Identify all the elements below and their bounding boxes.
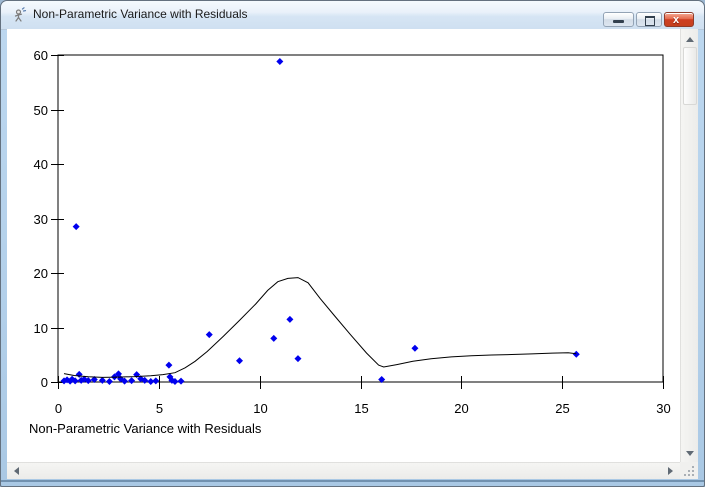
data-point xyxy=(106,378,113,385)
x-tick-label: 30 xyxy=(656,401,670,416)
data-point xyxy=(276,58,283,65)
variance-plot-canvas: 0 5 10 15 20 25 30 0 10 20 30 40 50 60 Non-Parametric … xyxy=(7,29,680,462)
x-tick-label: 5 xyxy=(156,401,163,416)
vertical-scrollbar[interactable] xyxy=(680,29,698,462)
title-bar[interactable]: Non-Parametric Variance with Residuals x xyxy=(1,1,704,30)
data-point xyxy=(286,316,293,323)
data-point xyxy=(73,223,80,230)
y-tick-label: 10 xyxy=(34,321,48,336)
y-tick-label: 20 xyxy=(34,266,48,281)
chart-area: 0 5 10 15 20 25 30 0 10 20 30 40 50 60 Non-Parametric … xyxy=(7,29,680,462)
x-tick-label: 10 xyxy=(253,401,267,416)
scroll-up-icon[interactable] xyxy=(686,37,694,42)
y-tick-label: 0 xyxy=(41,375,48,390)
close-button[interactable]: x xyxy=(664,12,694,27)
plot-frame xyxy=(58,55,663,382)
x-tick-label: 0 xyxy=(55,401,62,416)
data-point xyxy=(236,357,243,364)
y-tick-label: 40 xyxy=(34,157,48,172)
x-tick-label: 25 xyxy=(555,401,569,416)
data-point xyxy=(411,345,418,352)
close-icon: x xyxy=(673,14,679,26)
plot-window: Non-Parametric Variance with Residuals x… xyxy=(0,0,705,487)
y-tick-label: 30 xyxy=(34,212,48,227)
window-icon xyxy=(11,7,27,23)
data-point xyxy=(99,377,106,384)
nonparametric-variance-fit-line xyxy=(64,278,576,378)
data-point xyxy=(294,355,301,362)
data-point xyxy=(128,377,135,384)
y-tick-label: 60 xyxy=(34,48,48,63)
x-tick-label: 20 xyxy=(454,401,468,416)
data-point xyxy=(206,331,213,338)
minimize-button[interactable] xyxy=(603,12,634,27)
scroll-left-icon[interactable] xyxy=(14,467,19,475)
maximize-button[interactable] xyxy=(636,12,662,27)
resize-grip[interactable] xyxy=(680,462,698,479)
scroll-down-icon[interactable] xyxy=(686,451,694,456)
vertical-scrollbar-thumb[interactable] xyxy=(683,47,697,105)
resize-grip-icon xyxy=(680,462,698,479)
x-axis-label: Non-Parametric Variance with Residuals xyxy=(29,421,262,436)
scroll-right-icon[interactable] xyxy=(668,467,673,475)
data-point xyxy=(76,371,83,378)
data-point xyxy=(178,378,185,385)
data-point xyxy=(270,335,277,342)
horizontal-scrollbar[interactable] xyxy=(7,462,680,479)
data-point xyxy=(165,362,172,369)
x-tick-label: 15 xyxy=(354,401,368,416)
window-controls: x xyxy=(603,12,694,27)
maximize-icon xyxy=(645,16,655,26)
minimize-icon xyxy=(613,20,624,23)
y-tick-label: 50 xyxy=(34,103,48,118)
window-title: Non-Parametric Variance with Residuals xyxy=(33,7,248,21)
data-point xyxy=(573,351,580,358)
data-point xyxy=(152,377,159,384)
